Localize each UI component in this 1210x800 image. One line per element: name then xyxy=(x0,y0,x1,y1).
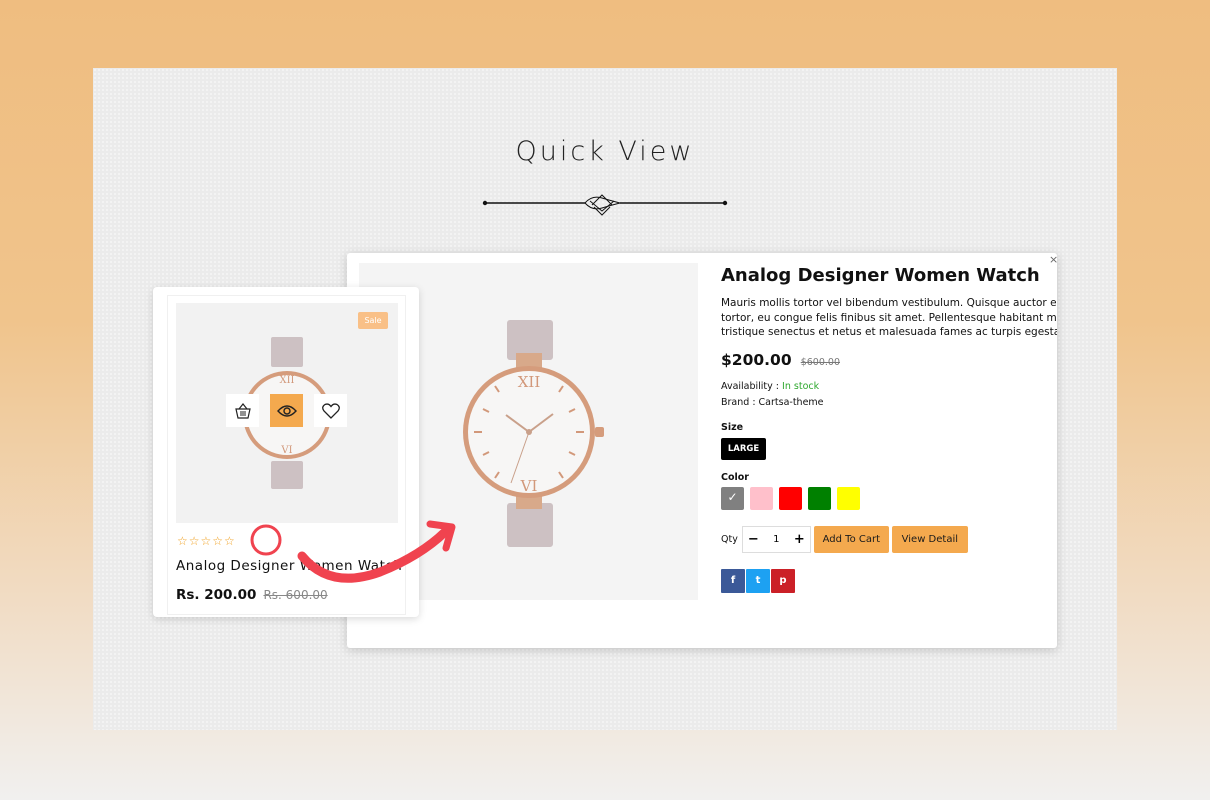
svg-text:XII: XII xyxy=(279,375,294,386)
page-title: Quick View xyxy=(515,136,695,167)
color-swatches xyxy=(721,487,860,510)
product-description: Mauris mollis tortor vel bibendum vestib… xyxy=(721,297,1057,338)
qty-label: Qty xyxy=(721,534,738,545)
color-swatch-pink[interactable] xyxy=(750,487,773,510)
card-old-price: Rs. 600.00 xyxy=(263,588,328,602)
availability: Availability : In stock xyxy=(721,381,820,392)
wishlist-button[interactable] xyxy=(314,394,347,427)
svg-text:VI: VI xyxy=(520,477,538,495)
svg-text:XII: XII xyxy=(518,373,541,391)
social-share: f t p xyxy=(721,569,795,593)
add-to-cart-icon[interactable] xyxy=(226,394,259,427)
color-label: Color xyxy=(721,472,749,483)
twitter-icon[interactable]: t xyxy=(746,569,770,593)
price: $200.00 xyxy=(721,351,792,369)
color-swatch-gray[interactable] xyxy=(721,487,744,510)
card-price-row: Rs. 200.00 Rs. 600.00 xyxy=(176,584,328,603)
pinterest-icon[interactable]: p xyxy=(771,569,795,593)
quick-view-modal: XII VI × Analog Designer Women Watch Mau… xyxy=(347,253,1057,648)
qty-plus-button[interactable]: + xyxy=(794,532,805,547)
card-price: Rs. 200.00 xyxy=(176,587,257,603)
add-to-cart-button[interactable]: Add To Cart xyxy=(813,526,889,553)
size-option-large[interactable]: LARGE xyxy=(721,438,766,460)
qty-input[interactable]: 1 xyxy=(773,534,779,545)
color-swatch-yellow[interactable] xyxy=(837,487,860,510)
sale-badge: Sale xyxy=(358,312,388,329)
quantity-row: Qty − 1 + Add To Cart View Detail xyxy=(721,526,968,553)
old-price: $600.00 xyxy=(800,357,840,368)
color-swatch-red[interactable] xyxy=(779,487,802,510)
product-title: Analog Designer Women Watch xyxy=(721,265,1040,286)
view-detail-button[interactable]: View Detail xyxy=(891,526,968,553)
qty-minus-button[interactable]: − xyxy=(748,532,759,547)
quick-view-button[interactable] xyxy=(270,394,303,427)
quantity-stepper: − 1 + xyxy=(741,526,811,553)
svg-text:VI: VI xyxy=(280,445,292,456)
brand: Brand : Cartsa-theme xyxy=(721,397,824,408)
card-product-title[interactable]: Analog Designer Women Watch xyxy=(176,558,402,574)
product-card[interactable]: XII VI Sale ☆☆☆☆☆ Analog Designer Women … xyxy=(153,287,419,617)
price-row: $200.00 $600.00 xyxy=(721,350,840,369)
close-icon[interactable]: × xyxy=(1049,253,1057,267)
basket-icon xyxy=(234,402,251,419)
facebook-icon[interactable]: f xyxy=(721,569,745,593)
size-label: Size xyxy=(721,422,744,433)
heart-icon xyxy=(321,402,340,419)
eye-icon xyxy=(276,404,297,417)
rating-stars: ☆☆☆☆☆ xyxy=(177,534,236,548)
ornament-divider xyxy=(482,194,728,216)
color-swatch-green[interactable] xyxy=(808,487,831,510)
stock-status: In stock xyxy=(782,381,820,392)
